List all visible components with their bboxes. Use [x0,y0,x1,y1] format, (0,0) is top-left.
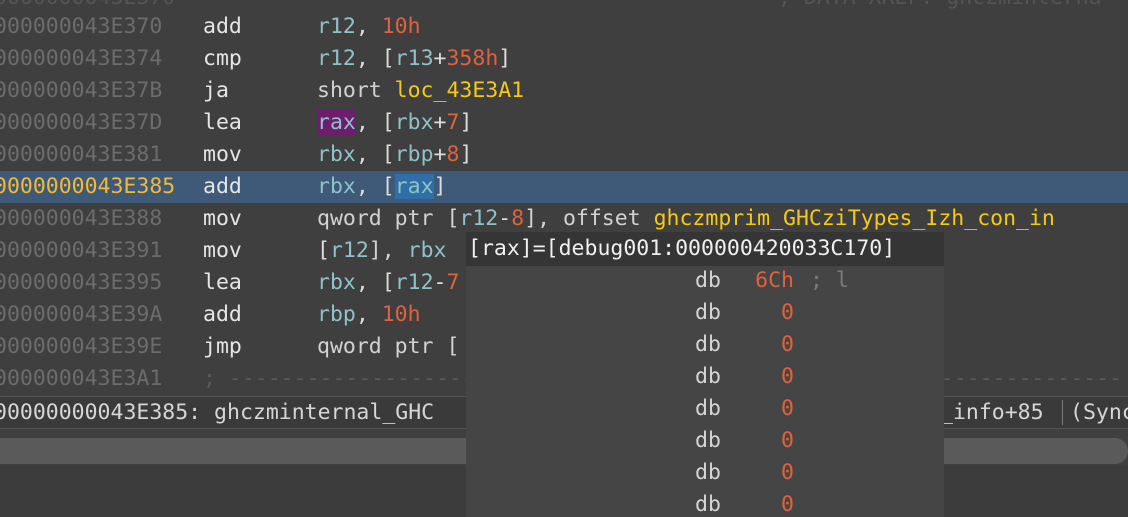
status-divider [1062,400,1063,425]
mnemonic[interactable]: mov [203,203,242,235]
address: 000000043E388 [0,206,163,231]
operands: [r12], rbx [317,238,447,263]
mnemonic[interactable]: ja [203,75,229,107]
current-address: 0000000043E385 [0,174,176,199]
data-value: 0 [781,396,794,421]
data-value: 6Ch [755,268,794,293]
address: 000000043E37B [0,78,163,103]
register-operand[interactable]: r12 [317,46,356,71]
data-directive: db [695,332,721,357]
instruction-row[interactable]: 000000043E370 add r12, 10h [0,11,1128,43]
hint-row: db 6Ch ; l [466,265,944,297]
immediate-operand[interactable]: 10h [382,14,421,39]
immediate-operand[interactable]: 358h [446,46,498,71]
hovered-register[interactable]: rax [394,174,434,199]
register-operand[interactable]: rbx [317,174,356,199]
hint-row: db 0 [466,393,944,425]
data-directive: db [695,268,721,293]
location-text: 00000000043E385: ghczminternal_GHC [0,400,435,425]
hint-row: db 0 [466,329,944,361]
data-value: 0 [781,428,794,453]
operands: rbx, [r12-7 [317,270,460,295]
operands: qword ptr [r12-8], offset ghczmprim_GHCz… [317,206,1055,231]
jump-target-label[interactable]: loc_43E3A1 [395,78,524,103]
register-operand[interactable]: r13 [395,46,434,71]
immediate-operand[interactable]: 7 [446,110,459,135]
location-offset: _info+85 [940,400,1044,425]
data-value: 0 [781,300,794,325]
operands: short loc_43E3A1 [317,78,525,103]
register-operand[interactable]: rbx [317,142,356,167]
address: 000000043E395 [0,270,163,295]
data-value: 0 [781,332,794,357]
data-directive: db [695,460,721,485]
hint-popup: db 6Ch ; l db 0 db 0 db 0 db 0 db 0 db 0… [466,232,944,517]
register-operand[interactable]: rbp [317,302,356,327]
operands: rbx, [rax] [317,174,447,199]
data-directive: db [695,364,721,389]
mnemonic[interactable]: add [203,299,242,331]
mnemonic[interactable]: add [203,171,242,203]
operands: r12, [r13+358h] [317,46,512,71]
hint-row: db 0 [466,297,944,329]
register-operand[interactable]: rbx [317,270,356,295]
data-value: 0 [781,492,794,517]
register-operand[interactable]: r12 [330,238,369,263]
data-directive: db [695,300,721,325]
operands: qword ptr [ [317,334,460,359]
data-comment: ; l [810,268,849,293]
operands: rbp, 10h [317,302,421,327]
register-operand[interactable]: r12 [317,14,356,39]
register-operand[interactable]: rbx [395,110,434,135]
mnemonic[interactable]: cmp [203,43,242,75]
instruction-row[interactable]: 000000043E381 mov rbx, [rbp+8] [0,139,1128,171]
register-operand[interactable]: r12 [395,270,434,295]
address: 000000043E391 [0,238,163,263]
data-value: 0 [781,460,794,485]
data-directive: db [695,428,721,453]
address: 000000043E3A1 [0,366,163,391]
hint-row: db 0 [466,425,944,457]
data-directive: db [695,396,721,421]
register-operand[interactable]: r12 [459,206,498,231]
hint-row: db 0 [466,457,944,489]
hint-row: db 0 [466,361,944,393]
hint-popup-title: [rax]=[debug001:000000420033C170] [466,232,944,266]
hint-title-text: [rax]=[debug001:000000420033C170] [468,236,896,261]
operands: rax, [rbx+7] [317,110,473,135]
immediate-operand[interactable]: 10h [382,302,421,327]
operands: r12, 10h [317,14,421,39]
data-directive: db [695,492,721,517]
immediate-operand[interactable]: 8 [446,142,459,167]
immediate-operand[interactable]: 7 [446,270,459,295]
register-operand[interactable]: rbp [395,142,434,167]
mnemonic[interactable]: lea [203,107,242,139]
address: 000000043E37D [0,110,163,135]
address: 000000043E381 [0,142,163,167]
register-operand[interactable]: rbx [408,238,447,263]
mnemonic[interactable]: mov [203,235,242,267]
instruction-row[interactable]: 000000043E37B ja short loc_43E3A1 [0,75,1128,107]
data-value: 0 [781,364,794,389]
highlighted-register[interactable]: rax [317,110,356,135]
offset-symbol[interactable]: ghczmprim_GHCziTypes_Izh_con_in [654,206,1055,231]
operands: rbx, [rbp+8] [317,142,473,167]
address: 000000043E374 [0,46,163,71]
address: 000000043E370 [0,14,163,39]
instruction-row[interactable]: 000000043E37D lea rax, [rbx+7] [0,107,1128,139]
mnemonic[interactable]: lea [203,267,242,299]
sync-indicator[interactable]: (Sync [1070,397,1128,428]
instruction-row[interactable]: 000000043E374 cmp r12, [r13+358h] [0,43,1128,75]
hint-row: db 0 [466,489,944,517]
instruction-row[interactable]: 000000043E388 mov qword ptr [r12-8], off… [0,203,1128,235]
address: 000000043E39E [0,334,163,359]
mnemonic[interactable]: jmp [203,331,242,363]
mnemonic[interactable]: mov [203,139,242,171]
address: 000000043E39A [0,302,163,327]
mnemonic[interactable]: add [203,11,242,43]
current-instruction-row[interactable]: 0000000043E385 add rbx, [rax] [0,171,1128,203]
immediate-operand[interactable]: 8 [511,206,524,231]
